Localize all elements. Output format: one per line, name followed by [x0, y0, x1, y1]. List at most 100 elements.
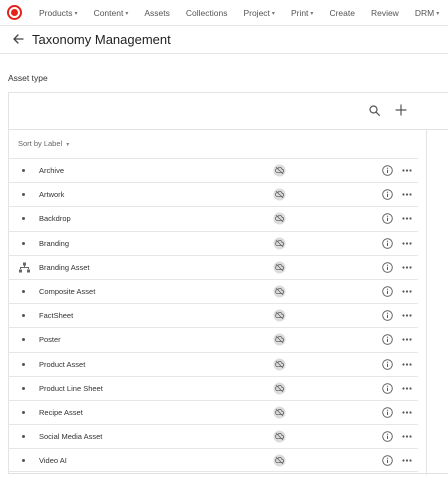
list-item-label: Backdrop: [39, 214, 71, 224]
nav-item-label: Create: [329, 8, 355, 18]
info-icon[interactable]: [382, 189, 393, 200]
info-icon[interactable]: [382, 237, 393, 249]
list-item-label: Poster: [39, 335, 61, 345]
list-item[interactable]: Product Asset: [8, 351, 418, 376]
info-icon[interactable]: [382, 382, 393, 394]
more-options-icon[interactable]: [402, 290, 412, 293]
page-title: Taxonomy Management: [32, 32, 171, 47]
info-icon[interactable]: [382, 334, 393, 346]
nav-item-products[interactable]: Products ▾: [39, 8, 78, 18]
cloud-off-icon: [273, 430, 286, 443]
list-item[interactable]: Artwork: [8, 182, 418, 206]
cloud-off-icon: [273, 188, 286, 201]
info-icon[interactable]: [382, 455, 393, 467]
sort-label: Sort by Label: [18, 139, 63, 148]
list-item[interactable]: Composite Asset: [8, 278, 418, 303]
nav-item-create[interactable]: Create: [329, 8, 355, 18]
more-options-icon[interactable]: [402, 411, 412, 414]
info-icon[interactable]: [382, 261, 393, 273]
bullet-icon: [22, 362, 25, 366]
list-item[interactable]: Social Media Asset: [8, 424, 418, 448]
more-options-icon[interactable]: [402, 338, 412, 341]
info-icon[interactable]: [382, 407, 393, 418]
nav-item-label: Content: [93, 8, 124, 18]
more-options-icon[interactable]: [402, 459, 412, 462]
bullet-icon: [22, 217, 25, 221]
chevron-down-icon: ▾: [125, 10, 129, 17]
more-options-icon[interactable]: [402, 266, 412, 269]
app-logo[interactable]: [7, 5, 22, 20]
list-item-label: Product Line Sheet: [39, 383, 103, 393]
section-label: Asset type: [8, 73, 48, 83]
cloud-off-icon: [273, 382, 286, 395]
hierarchy-icon: [19, 262, 30, 273]
bullet-icon: [22, 241, 25, 245]
bullet-icon: [22, 338, 25, 342]
sort-dropdown[interactable]: Sort by Label ▾: [18, 139, 69, 148]
list-item-label: FactSheet: [39, 311, 74, 321]
list-item[interactable]: Product Line Sheet: [8, 375, 418, 400]
list-item[interactable]: FactSheet: [8, 303, 418, 327]
list-item[interactable]: Branding Asset: [8, 254, 418, 279]
nav-item-collections[interactable]: Collections: [186, 8, 228, 18]
nav-item-label: DRM: [414, 8, 435, 18]
list-item[interactable]: Archive: [8, 158, 418, 182]
search-icon[interactable]: [369, 105, 380, 116]
page-header: Taxonomy Management: [0, 26, 448, 54]
info-icon[interactable]: [382, 310, 393, 321]
more-options-icon[interactable]: [402, 217, 412, 220]
nav-item-print[interactable]: Print ▾: [291, 8, 314, 18]
info-icon[interactable]: [382, 358, 393, 370]
cloud-off-icon: [273, 261, 286, 274]
chevron-down-icon: ▾: [271, 10, 275, 17]
more-options-icon[interactable]: [402, 241, 412, 245]
nav-item-label: Project: [243, 8, 270, 18]
bullet-icon: [22, 386, 25, 390]
bullet-icon: [22, 435, 25, 439]
list-item-label: Recipe Asset: [39, 407, 83, 417]
list-item-label: Social Media Asset: [39, 432, 103, 442]
plus-icon[interactable]: [395, 104, 407, 116]
list-item[interactable]: Backdrop: [8, 206, 418, 230]
arrow-left-icon[interactable]: [12, 33, 24, 45]
more-options-icon[interactable]: [402, 193, 412, 196]
more-options-icon[interactable]: [402, 387, 412, 390]
bullet-icon: [22, 410, 25, 414]
bullet-icon: [22, 314, 25, 318]
more-options-icon[interactable]: [402, 169, 412, 172]
cloud-off-icon: [273, 285, 286, 298]
list-item-label: Artwork: [39, 190, 65, 200]
chevron-down-icon: ▾: [66, 142, 70, 148]
info-icon[interactable]: [382, 213, 393, 225]
list-item-label: Product Asset: [39, 359, 86, 369]
nav-item-project[interactable]: Project ▾: [243, 8, 274, 18]
asset-type-list: Archive Artwork Backdrop Branding Branding A…: [8, 158, 418, 473]
info-icon[interactable]: [382, 431, 393, 442]
more-options-icon[interactable]: [402, 362, 412, 366]
bullet-icon: [22, 169, 25, 172]
info-icon[interactable]: [382, 286, 393, 297]
chevron-down-icon: ▾: [310, 10, 314, 17]
panel-toolbar: [9, 93, 448, 129]
cloud-off-icon: [273, 333, 286, 346]
list-item-label: Composite Asset: [39, 287, 96, 297]
nav-item-assets[interactable]: Assets: [144, 8, 170, 18]
list-item[interactable]: Video AI: [8, 448, 418, 473]
bullet-icon: [22, 193, 25, 197]
list-item[interactable]: Recipe Asset: [8, 399, 418, 424]
more-options-icon[interactable]: [402, 435, 412, 438]
cloud-off-icon: [273, 406, 286, 419]
nav-item-review[interactable]: Review: [371, 8, 399, 18]
nav-item-label: Print: [290, 8, 309, 18]
list-item[interactable]: Branding: [8, 230, 418, 255]
nav-item-drm[interactable]: DRM ▾: [415, 8, 439, 18]
more-options-icon[interactable]: [402, 314, 412, 317]
list-item[interactable]: Poster: [8, 327, 418, 351]
nav-item-label: Assets: [144, 8, 170, 18]
list-item-label: Video AI: [39, 455, 67, 465]
nav-item-label: Review: [370, 8, 399, 18]
nav-item-content[interactable]: Content ▾: [94, 8, 129, 18]
cloud-off-icon: [273, 237, 286, 250]
info-icon[interactable]: [382, 165, 393, 176]
cloud-off-icon: [273, 309, 286, 322]
